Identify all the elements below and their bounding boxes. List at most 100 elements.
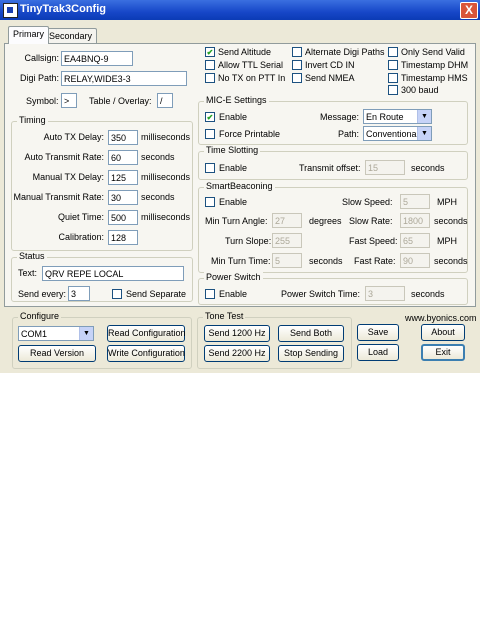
min-time-input[interactable]: 5 bbox=[272, 253, 302, 268]
status-group: Status Text: QRV REPE LOCAL Send every: … bbox=[11, 251, 193, 302]
fast-speed-input[interactable]: 65 bbox=[400, 233, 430, 248]
auto-tx-delay-input[interactable]: 350 bbox=[108, 130, 138, 145]
tone-test-group: Tone Test Send 1200 Hz Send Both Send 22… bbox=[197, 311, 352, 369]
ts-dhm-checkbox[interactable] bbox=[388, 60, 398, 70]
mice-enable-checkbox[interactable] bbox=[205, 112, 215, 122]
about-button[interactable]: About bbox=[421, 324, 465, 341]
auto-rate-unit: seconds bbox=[141, 152, 175, 162]
chevron-down-icon: ▼ bbox=[417, 110, 431, 123]
invert-cd-label: Invert CD IN bbox=[305, 60, 355, 70]
turn-slope-input[interactable]: 255 bbox=[272, 233, 302, 248]
quiet-time-label: Quiet Time: bbox=[57, 212, 104, 222]
mice-enable-label: Enable bbox=[219, 112, 248, 122]
man-tx-delay-input[interactable]: 125 bbox=[108, 170, 138, 185]
symbol-input[interactable]: > bbox=[61, 93, 77, 108]
digipath-input[interactable]: RELAY,WIDE3-3 bbox=[61, 71, 187, 86]
port-select[interactable]: COM1 ▼ bbox=[18, 326, 94, 341]
app-window: TinyTrak3Config X Primary Secondary Call… bbox=[0, 0, 480, 373]
load-button[interactable]: Load bbox=[357, 344, 399, 361]
send-every-label: Send every: bbox=[18, 289, 67, 299]
chevron-down-icon: ▼ bbox=[79, 327, 93, 340]
smart-title: SmartBeaconing bbox=[204, 181, 275, 191]
timeslot-offset-unit: seconds bbox=[411, 163, 445, 173]
send-altitude-checkbox[interactable] bbox=[205, 47, 215, 57]
primary-panel: Callsign: EA4BNQ-9 Digi Path: RELAY,WIDE… bbox=[4, 43, 476, 307]
slow-speed-input[interactable]: 5 bbox=[400, 194, 430, 209]
min-angle-input[interactable]: 27 bbox=[272, 213, 302, 228]
read-version-button[interactable]: Read Version bbox=[18, 345, 96, 362]
mice-group: MIC-E Settings Enable Message: En Route … bbox=[198, 95, 468, 145]
port-value: COM1 bbox=[21, 329, 48, 339]
baud300-checkbox[interactable] bbox=[388, 85, 398, 95]
quiet-time-input[interactable]: 500 bbox=[108, 210, 138, 225]
auto-rate-label: Auto Transmit Rate: bbox=[24, 152, 104, 162]
write-configuration-button[interactable]: Write Configuration bbox=[107, 345, 185, 362]
mice-path-value: Conventional bbox=[366, 129, 419, 139]
status-text-input[interactable]: QRV REPE LOCAL bbox=[42, 266, 184, 281]
timing-title: Timing bbox=[17, 115, 48, 125]
man-rate-input[interactable]: 30 bbox=[108, 190, 138, 205]
power-enable-checkbox[interactable] bbox=[205, 289, 215, 299]
configure-title: Configure bbox=[18, 311, 62, 321]
tone-title: Tone Test bbox=[203, 311, 246, 321]
slow-rate-input[interactable]: 1800 bbox=[400, 213, 430, 228]
timeslot-offset-label: Transmit offset: bbox=[299, 163, 361, 173]
callsign-label: Callsign: bbox=[24, 53, 59, 63]
send-both-button[interactable]: Send Both bbox=[278, 325, 344, 342]
send-separate-checkbox[interactable] bbox=[112, 289, 122, 299]
fast-rate-input[interactable]: 90 bbox=[400, 253, 430, 268]
mice-message-select[interactable]: En Route ▼ bbox=[363, 109, 432, 124]
title-bar[interactable]: TinyTrak3Config X bbox=[0, 0, 480, 20]
exit-button[interactable]: Exit bbox=[421, 344, 465, 361]
table-overlay-input[interactable]: / bbox=[157, 93, 173, 108]
mice-message-label: Message: bbox=[320, 112, 360, 122]
turn-slope-label: Turn Slope: bbox=[225, 236, 272, 246]
smart-enable-label: Enable bbox=[219, 197, 248, 207]
force-printable-label: Force Printable bbox=[219, 129, 281, 139]
callsign-input[interactable]: EA4BNQ-9 bbox=[61, 51, 133, 66]
min-angle-unit: degrees bbox=[309, 216, 342, 226]
power-time-input[interactable]: 3 bbox=[365, 286, 405, 301]
send-nmea-label: Send NMEA bbox=[305, 73, 355, 83]
tab-primary[interactable]: Primary bbox=[8, 26, 49, 44]
timeslot-enable-checkbox[interactable] bbox=[205, 163, 215, 173]
calibration-label: Calibration: bbox=[58, 232, 104, 242]
allow-ttl-checkbox[interactable] bbox=[205, 60, 215, 70]
only-valid-checkbox[interactable] bbox=[388, 47, 398, 57]
min-time-label: Min Turn Time: bbox=[211, 256, 271, 266]
website-link[interactable]: www.byonics.com bbox=[405, 313, 477, 323]
no-tx-ptt-label: No TX on PTT In bbox=[218, 73, 286, 83]
invert-cd-checkbox[interactable] bbox=[292, 60, 302, 70]
force-printable-checkbox[interactable] bbox=[205, 129, 215, 139]
close-button[interactable]: X bbox=[460, 2, 478, 19]
smartbeaconing-group: SmartBeaconing Enable Slow Speed: 5 MPH … bbox=[198, 181, 468, 273]
slow-speed-unit: MPH bbox=[437, 197, 457, 207]
smart-enable-checkbox[interactable] bbox=[205, 197, 215, 207]
slow-rate-label: Slow Rate: bbox=[349, 216, 393, 226]
tab-secondary[interactable]: Secondary bbox=[44, 28, 98, 44]
read-configuration-button[interactable]: Read Configuration bbox=[107, 325, 186, 342]
min-time-unit: seconds bbox=[309, 256, 343, 266]
slow-speed-label: Slow Speed: bbox=[342, 197, 393, 207]
symbol-label: Symbol: bbox=[26, 96, 59, 106]
send-1200-button[interactable]: Send 1200 Hz bbox=[204, 325, 270, 342]
calibration-input[interactable]: 128 bbox=[108, 230, 138, 245]
man-rate-unit: seconds bbox=[141, 192, 175, 202]
timeslot-offset-input[interactable]: 15 bbox=[365, 160, 405, 175]
send-every-input[interactable]: 3 bbox=[68, 286, 90, 301]
alt-digi-checkbox[interactable] bbox=[292, 47, 302, 57]
timing-group: Timing Auto TX Delay: 350 milliseconds A… bbox=[11, 115, 193, 251]
app-icon bbox=[3, 3, 18, 18]
send-2200-button[interactable]: Send 2200 Hz bbox=[204, 345, 270, 362]
auto-rate-input[interactable]: 60 bbox=[108, 150, 138, 165]
ts-hms-checkbox[interactable] bbox=[388, 73, 398, 83]
timeslot-enable-label: Enable bbox=[219, 163, 248, 173]
fast-rate-label: Fast Rate: bbox=[354, 256, 396, 266]
send-nmea-checkbox[interactable] bbox=[292, 73, 302, 83]
fast-speed-unit: MPH bbox=[437, 236, 457, 246]
no-tx-ptt-checkbox[interactable] bbox=[205, 73, 215, 83]
save-button[interactable]: Save bbox=[357, 324, 399, 341]
table-overlay-label: Table / Overlay: bbox=[89, 96, 152, 106]
stop-sending-button[interactable]: Stop Sending bbox=[278, 345, 344, 362]
mice-path-select[interactable]: Conventional ▼ bbox=[363, 126, 432, 141]
